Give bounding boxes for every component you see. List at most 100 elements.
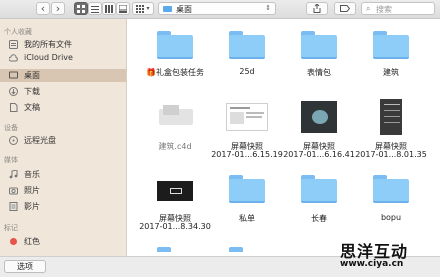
sidebar-item-red-tag[interactable]: 红色	[0, 235, 126, 248]
sidebar-item-icloud-drive[interactable]: iCloud Drive	[0, 52, 126, 65]
section-title-tags: 标记	[4, 224, 18, 232]
share-icon	[313, 4, 321, 13]
desktop-icon	[9, 71, 18, 79]
screenshot-thumbnail	[226, 103, 268, 131]
screenshot-thumbnail	[301, 101, 337, 133]
chevron-left-icon: ‹	[40, 1, 46, 15]
file-item[interactable]: 屏幕快照 2017-01...6.15.19	[211, 99, 283, 159]
file-name: bopu	[380, 213, 402, 222]
camera-icon	[9, 187, 18, 195]
download-icon	[9, 87, 18, 96]
c4d-file-icon	[157, 103, 195, 129]
gallery-view-button[interactable]	[116, 2, 130, 15]
share-button[interactable]	[306, 2, 328, 15]
gallery-view-icon	[119, 4, 127, 13]
folder-icon	[229, 247, 265, 256]
file-item[interactable]: 屏幕快照 2017-01...8.34.30	[139, 175, 211, 235]
file-name-secondary: 2017-01...8.34.30	[139, 222, 211, 231]
folder-icon	[373, 175, 409, 203]
tag-icon	[340, 5, 350, 12]
file-item[interactable]: 表情包	[283, 29, 355, 81]
folder-icon	[373, 31, 409, 59]
back-button[interactable]: ‹	[36, 2, 50, 15]
folder-icon	[157, 31, 193, 59]
sidebar-item-label: 红色	[24, 237, 40, 246]
arrange-grid-icon	[136, 4, 145, 13]
options-button[interactable]: 选项	[4, 260, 46, 273]
sidebar-item-label: 影片	[24, 202, 40, 211]
sidebar-item-movies[interactable]: 影片	[0, 200, 126, 213]
file-name: 🎁礼盒包装任务	[146, 68, 204, 77]
sidebar-item-label: 我的所有文件	[24, 40, 72, 49]
finder-toolbar: ‹ › ▾ 桌面 ⇕ ⌕ 搜索	[0, 0, 440, 19]
icon-view-button[interactable]	[74, 2, 88, 15]
tag-button[interactable]	[334, 2, 356, 15]
red-tag-icon	[10, 238, 17, 245]
section-title-media: 媒体	[4, 156, 18, 164]
folder-icon	[229, 175, 265, 203]
document-icon	[10, 103, 18, 112]
music-icon	[9, 170, 18, 179]
folder-icon	[229, 31, 265, 59]
folder-icon	[157, 247, 193, 256]
list-view-icon	[91, 5, 99, 13]
film-icon	[9, 202, 18, 211]
file-grid: 🎁礼盒包装任务 25d 表情包 建筑 建筑.c4d 屏幕快照 2017-01..…	[127, 19, 440, 256]
screenshot-thumbnail	[380, 99, 402, 135]
file-name: 表情包	[307, 68, 331, 77]
sidebar-item-label: 音乐	[24, 170, 40, 179]
path-label: 桌面	[176, 5, 192, 14]
folder-icon	[301, 31, 337, 59]
sidebar-item-desktop[interactable]: 桌面	[0, 69, 126, 82]
sidebar: 个人收藏 我的所有文件 iCloud Drive 桌面 下载 文稿 设备 远程光…	[0, 19, 127, 256]
cloud-icon	[9, 54, 18, 62]
sidebar-item-photos[interactable]: 照片	[0, 184, 126, 197]
file-item[interactable]: 25d	[211, 29, 283, 81]
sidebar-item-label: 桌面	[24, 71, 40, 80]
section-title-devices: 设备	[4, 124, 18, 132]
sidebar-item-label: 远程光盘	[24, 136, 56, 145]
file-item[interactable]: 建筑	[355, 29, 427, 81]
chevron-down-icon: ▾	[146, 5, 150, 12]
file-name: 长春	[311, 214, 327, 223]
file-item[interactable]: 私单	[211, 173, 283, 225]
search-icon: ⌕	[366, 4, 371, 13]
file-name-secondary: 2017-01...8.01.35	[355, 150, 427, 159]
screenshot-thumbnail	[157, 181, 193, 201]
watermark-url: www.ciya.cn	[340, 259, 404, 269]
all-files-icon	[9, 40, 18, 49]
sidebar-item-label: 照片	[24, 186, 40, 195]
file-name: 建筑	[383, 68, 399, 77]
file-item[interactable]: 长春	[283, 173, 355, 225]
sidebar-item-documents[interactable]: 文稿	[0, 101, 126, 114]
file-name-secondary: 2017-01...6.15.19	[211, 150, 283, 159]
folder-icon	[301, 175, 337, 203]
search-placeholder: 搜索	[376, 5, 392, 14]
forward-button[interactable]: ›	[51, 2, 65, 15]
file-name: 25d	[239, 67, 255, 76]
section-title-favorites: 个人收藏	[4, 28, 32, 36]
sidebar-item-downloads[interactable]: 下载	[0, 85, 126, 98]
grid-view-icon	[77, 4, 85, 13]
file-item[interactable]: 建筑.c4d	[139, 99, 211, 159]
column-view-icon	[105, 4, 113, 13]
sidebar-item-label: 文稿	[24, 103, 40, 112]
arrange-button[interactable]: ▾	[132, 2, 154, 15]
file-item[interactable]: 屏幕快照 2017-01...6.16.41	[283, 99, 355, 159]
sidebar-item-label: 下载	[24, 87, 40, 96]
folder-icon	[163, 6, 172, 12]
file-item[interactable]: 🎁礼盒包装任务	[139, 29, 211, 81]
sidebar-item-all-files[interactable]: 我的所有文件	[0, 38, 126, 51]
file-name-secondary: 2017-01...6.16.41	[283, 150, 355, 159]
chevron-right-icon: ›	[55, 1, 61, 15]
file-item[interactable]: 屏幕快照 2017-01...8.01.35	[355, 99, 427, 159]
path-selector[interactable]: 桌面 ⇕	[158, 2, 276, 15]
sidebar-item-label: iCloud Drive	[24, 53, 73, 62]
list-view-button[interactable]	[88, 2, 102, 15]
sidebar-item-music[interactable]: 音乐	[0, 168, 126, 181]
file-item[interactable]: bopu	[355, 173, 427, 225]
sidebar-item-remote-disc[interactable]: 远程光盘	[0, 134, 126, 147]
column-view-button[interactable]	[102, 2, 116, 15]
search-field[interactable]: ⌕ 搜索	[361, 2, 435, 15]
file-name: 建筑.c4d	[158, 142, 192, 151]
